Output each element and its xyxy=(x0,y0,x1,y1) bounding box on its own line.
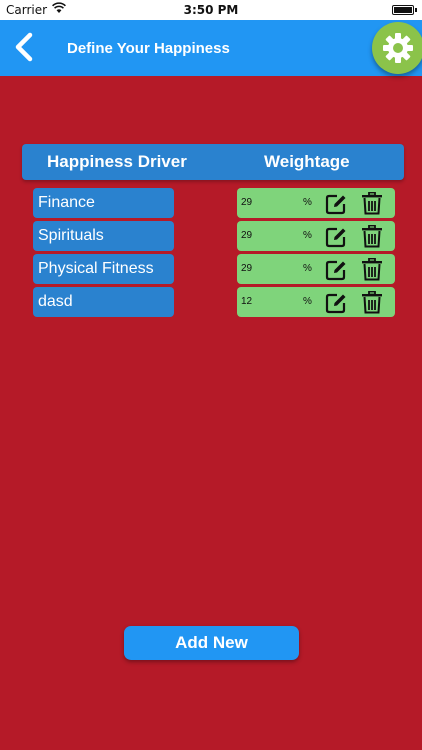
weight-value: 12 xyxy=(241,296,253,307)
table-header: Happiness Driver Weightage xyxy=(22,144,404,180)
percent-sign: % xyxy=(303,197,312,208)
weight-value: 29 xyxy=(241,230,253,241)
edit-icon[interactable] xyxy=(325,292,347,314)
percent-sign: % xyxy=(303,296,312,307)
driver-cell[interactable]: Finance xyxy=(33,188,174,218)
weight-cell: 29 % xyxy=(237,221,395,251)
percent-sign: % xyxy=(303,230,312,241)
trash-icon[interactable] xyxy=(361,225,383,248)
weight-value: 29 xyxy=(241,197,253,208)
trash-icon[interactable] xyxy=(361,192,383,215)
status-time: 3:50 PM xyxy=(183,3,239,17)
status-bar: Carrier 3:50 PM xyxy=(0,0,422,20)
nav-bar: Define Your Happiness xyxy=(0,20,422,76)
driver-cell[interactable]: dasd xyxy=(33,287,174,317)
edit-icon[interactable] xyxy=(325,193,347,215)
trash-icon[interactable] xyxy=(361,258,383,281)
weight-value: 29 xyxy=(241,263,253,274)
back-button[interactable] xyxy=(8,28,42,66)
add-new-button[interactable]: Add New xyxy=(124,626,299,660)
percent-sign: % xyxy=(303,263,312,274)
weight-cell: 12 % xyxy=(237,287,395,317)
driver-cell[interactable]: Physical Fitness xyxy=(33,254,174,284)
edit-icon[interactable] xyxy=(325,226,347,248)
header-happiness-driver: Happiness Driver xyxy=(47,152,187,171)
settings-button[interactable] xyxy=(372,22,422,74)
gear-icon xyxy=(383,33,413,63)
battery-icon xyxy=(392,5,417,15)
header-weightage: Weightage xyxy=(264,152,350,171)
weight-cell: 29 % xyxy=(237,254,395,284)
weight-cell: 29 % xyxy=(237,188,395,218)
page-title: Define Your Happiness xyxy=(67,40,230,57)
driver-cell[interactable]: Spirituals xyxy=(33,221,174,251)
trash-icon[interactable] xyxy=(361,291,383,314)
edit-icon[interactable] xyxy=(325,259,347,281)
chevron-left-icon xyxy=(15,32,33,62)
